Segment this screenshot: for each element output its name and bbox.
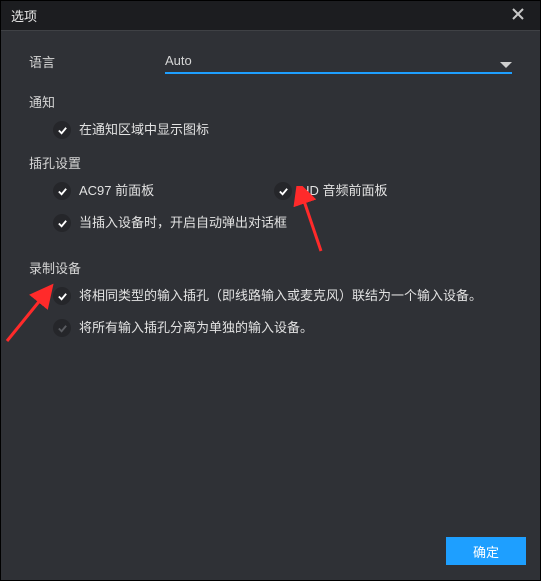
label-split-inputs: 将所有输入插孔分离为单独的输入设备。	[79, 319, 313, 337]
checkbox-ac97[interactable]	[53, 182, 71, 200]
checkbox-show-tray-icon[interactable]	[53, 121, 71, 139]
section-record-title: 录制设备	[29, 258, 512, 277]
window-title: 选项	[11, 6, 37, 25]
checkbox-split-inputs[interactable]	[53, 319, 71, 337]
chevron-down-icon	[500, 62, 512, 68]
close-icon	[512, 7, 524, 25]
ok-button[interactable]: 确定	[446, 537, 526, 565]
language-label: 语言	[29, 52, 55, 71]
checkbox-hd-audio[interactable]	[274, 182, 292, 200]
section-notify-title: 通知	[29, 92, 512, 111]
close-button[interactable]	[506, 4, 530, 28]
label-ac97: AC97 前面板	[79, 182, 154, 200]
checkbox-merge-inputs[interactable]	[53, 287, 71, 305]
language-value: Auto	[165, 49, 512, 74]
section-jack-title: 插孔设置	[29, 153, 512, 172]
language-select[interactable]: Auto	[165, 49, 512, 74]
label-hd-audio: HD 音频前面板	[300, 182, 387, 200]
label-merge-inputs: 将相同类型的输入插孔（即线路输入或麦克风）联结为一个输入设备。	[79, 287, 482, 305]
label-show-tray-icon: 在通知区域中显示图标	[79, 121, 209, 139]
titlebar: 选项	[1, 1, 540, 31]
checkbox-auto-popup[interactable]	[53, 214, 71, 232]
label-auto-popup: 当插入设备时，开启自动弹出对话框	[79, 214, 287, 232]
